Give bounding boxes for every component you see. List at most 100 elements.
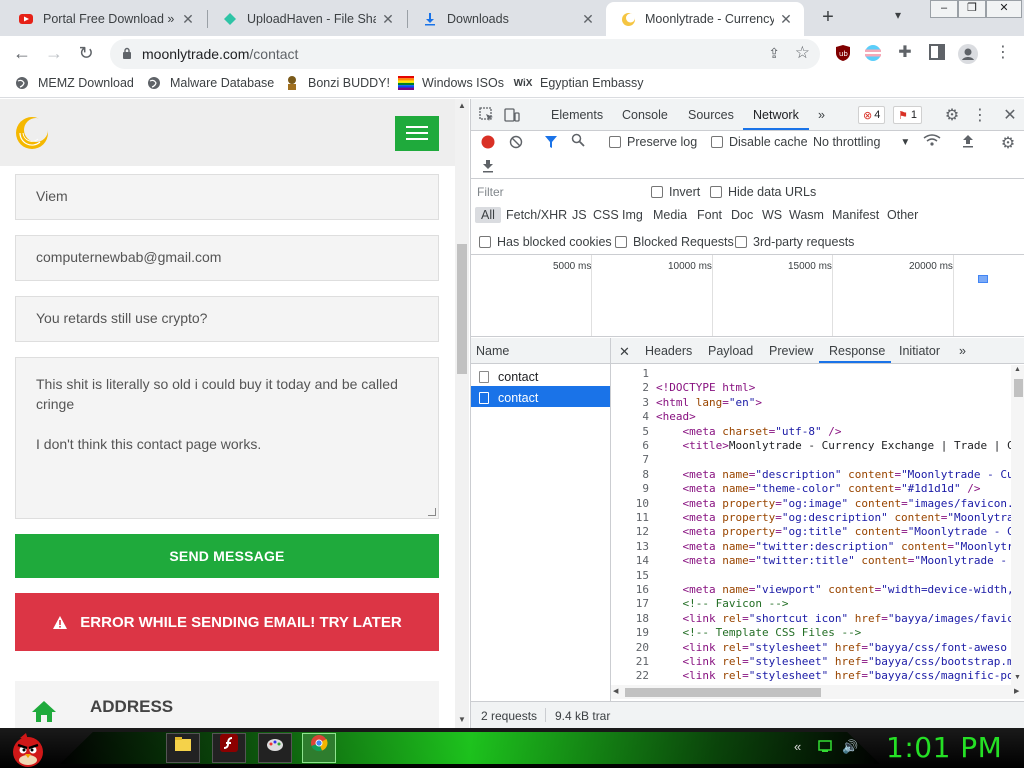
scroll-thumb[interactable] bbox=[1014, 379, 1023, 397]
bookmark-malware-db[interactable]: Malware Database bbox=[146, 75, 274, 91]
show-hidden-icons-chevron-icon[interactable]: « bbox=[794, 739, 801, 754]
type-filter-fetch-xhr[interactable]: Fetch/XHR bbox=[506, 208, 567, 222]
type-filter-ws[interactable]: WS bbox=[762, 208, 782, 222]
detail-tab-headers[interactable]: Headers bbox=[645, 344, 692, 358]
network-conditions-wifi-icon[interactable] bbox=[923, 133, 941, 150]
back-arrow-icon[interactable]: ← bbox=[10, 41, 34, 65]
close-tab-icon[interactable]: ✕ bbox=[580, 11, 596, 28]
subject-field[interactable]: You retards still use crypto? bbox=[15, 296, 439, 342]
devtools-tab-sources[interactable]: Sources bbox=[688, 108, 734, 122]
start-angry-bird-icon[interactable] bbox=[8, 730, 48, 768]
inspect-element-icon[interactable] bbox=[477, 107, 495, 125]
scroll-up-arrow-icon[interactable]: ▲ bbox=[1014, 366, 1021, 373]
more-detail-tabs-chevron-icon[interactable]: » bbox=[959, 344, 966, 358]
request-row[interactable]: contact bbox=[471, 365, 610, 386]
network-settings-gear-icon[interactable]: ⚙ bbox=[999, 133, 1017, 153]
detail-tab-response[interactable]: Response bbox=[829, 344, 885, 358]
scroll-left-arrow-icon[interactable]: ◀ bbox=[613, 687, 618, 695]
chrome-icon[interactable] bbox=[302, 733, 336, 763]
type-filter-font[interactable]: Font bbox=[697, 208, 722, 222]
bookmark-windows-isos[interactable]: Windows ISOs bbox=[398, 75, 504, 91]
response-source-viewer[interactable]: 1 2 <!DOCTYPE html> 3 <html lang="en"> 4 <head… bbox=[611, 365, 1011, 685]
close-tab-icon[interactable]: ✕ bbox=[380, 11, 396, 28]
network-overview-timeline[interactable]: 5000 ms 10000 ms 15000 ms 20000 ms bbox=[471, 255, 1024, 337]
record-icon[interactable] bbox=[479, 135, 497, 152]
detail-tab-payload[interactable]: Payload bbox=[708, 344, 753, 358]
name-column-header[interactable]: Name bbox=[471, 338, 610, 364]
scroll-right-arrow-icon[interactable]: ▶ bbox=[1014, 687, 1019, 695]
tab-portal[interactable]: Portal Free Download » S ✕ bbox=[4, 2, 206, 36]
reload-icon[interactable]: ↻ bbox=[74, 41, 98, 65]
detail-tab-preview[interactable]: Preview bbox=[769, 344, 813, 358]
third-party-requests-checkbox[interactable]: 3rd-party requests bbox=[735, 235, 854, 249]
type-filter-manifest[interactable]: Manifest bbox=[832, 208, 879, 222]
preserve-log-checkbox[interactable]: Preserve log bbox=[609, 135, 697, 149]
ublock-icon[interactable]: ub bbox=[834, 44, 852, 62]
close-tab-icon[interactable]: ✕ bbox=[778, 11, 794, 28]
response-horizontal-scrollbar[interactable]: ◀ ▶ bbox=[611, 685, 1024, 699]
forward-arrow-icon[interactable]: → bbox=[42, 41, 66, 65]
hide-data-urls-checkbox[interactable]: Hide data URLs bbox=[710, 185, 816, 199]
minimize-button[interactable]: – bbox=[930, 0, 958, 18]
maximize-button[interactable]: ❐ bbox=[958, 0, 986, 18]
type-filter-doc[interactable]: Doc bbox=[731, 208, 753, 222]
blocked-requests-checkbox[interactable]: Blocked Requests bbox=[615, 235, 734, 249]
address-bar[interactable]: moonlytrade.com/contact ⇪ ☆ bbox=[110, 39, 820, 69]
import-har-icon[interactable] bbox=[959, 134, 977, 151]
devtools-tab-elements[interactable]: Elements bbox=[551, 108, 603, 122]
scroll-thumb[interactable] bbox=[457, 244, 467, 374]
type-filter-other[interactable]: Other bbox=[887, 208, 918, 222]
name-field[interactable]: Viem bbox=[15, 174, 439, 220]
invert-checkbox[interactable]: Invert bbox=[651, 185, 700, 199]
profile-avatar-icon[interactable] bbox=[958, 44, 978, 64]
tab-uploadhaven[interactable]: UploadHaven - File Sharin ✕ bbox=[208, 2, 406, 36]
page-scrollbar[interactable]: ▲ ▼ bbox=[455, 99, 469, 728]
flash-icon[interactable] bbox=[212, 733, 246, 763]
issues-badge[interactable]: ⚑ 1 bbox=[893, 106, 922, 124]
bookmark-egyptian-embassy[interactable]: WiX Egyptian Embassy bbox=[514, 75, 644, 91]
tab-search-chevron-icon[interactable]: ▾ bbox=[895, 8, 901, 22]
search-icon[interactable] bbox=[569, 133, 587, 150]
filter-funnel-icon[interactable] bbox=[542, 135, 560, 152]
moonlytrade-logo-icon[interactable] bbox=[14, 115, 50, 151]
export-har-icon[interactable] bbox=[479, 159, 497, 176]
scroll-thumb[interactable] bbox=[625, 688, 821, 697]
type-filter-css[interactable]: CSS bbox=[593, 208, 619, 222]
paint-icon[interactable] bbox=[258, 733, 292, 763]
filter-input[interactable]: Filter bbox=[477, 183, 635, 201]
response-vertical-scrollbar[interactable]: ▲ ▼ bbox=[1011, 365, 1024, 685]
tab-moonlytrade[interactable]: Moonlytrade - Currency E ✕ bbox=[606, 2, 804, 36]
close-tab-icon[interactable]: ✕ bbox=[180, 11, 196, 28]
file-explorer-icon[interactable] bbox=[166, 733, 200, 763]
settings-gear-icon[interactable]: ⚙ bbox=[943, 105, 961, 125]
device-toolbar-icon[interactable] bbox=[503, 107, 521, 125]
devtools-tab-network[interactable]: Network bbox=[753, 108, 799, 122]
scroll-down-arrow-icon[interactable]: ▼ bbox=[1014, 674, 1021, 681]
errors-badge[interactable]: ⊗ 4 bbox=[858, 106, 886, 124]
kebab-menu-icon[interactable]: ⋮ bbox=[994, 44, 1012, 62]
detail-tab-initiator[interactable]: Initiator bbox=[899, 344, 940, 358]
request-row-selected[interactable]: contact bbox=[471, 386, 610, 407]
close-devtools-icon[interactable]: ✕ bbox=[1001, 105, 1019, 125]
more-tabs-chevron-icon[interactable]: » bbox=[818, 108, 825, 122]
type-filter-img[interactable]: Img bbox=[622, 208, 643, 222]
volume-icon[interactable]: 🔊 bbox=[842, 739, 858, 755]
trans-flag-extension-icon[interactable] bbox=[864, 44, 882, 62]
throttling-select[interactable]: No throttling ▼ bbox=[813, 135, 910, 149]
side-panel-icon[interactable] bbox=[928, 44, 946, 62]
hamburger-menu-button[interactable] bbox=[395, 116, 439, 151]
tab-downloads[interactable]: Downloads ✕ bbox=[408, 2, 606, 36]
type-filter-all[interactable]: All bbox=[475, 207, 501, 223]
disable-cache-checkbox[interactable]: Disable cache bbox=[711, 135, 808, 149]
bookmark-star-icon[interactable]: ☆ bbox=[795, 43, 810, 63]
devtools-menu-icon[interactable]: ⋮ bbox=[971, 105, 989, 125]
send-message-button[interactable]: SEND MESSAGE bbox=[15, 534, 439, 578]
message-textarea[interactable]: This shit is literally so old i could bu… bbox=[15, 357, 439, 519]
type-filter-media[interactable]: Media bbox=[653, 208, 687, 222]
devtools-tab-console[interactable]: Console bbox=[622, 108, 668, 122]
close-window-button[interactable]: ✕ bbox=[986, 0, 1022, 18]
scroll-down-arrow-icon[interactable]: ▼ bbox=[458, 715, 466, 724]
resize-handle-icon[interactable] bbox=[428, 508, 436, 516]
new-tab-button[interactable]: + bbox=[816, 6, 840, 30]
share-icon[interactable]: ⇪ bbox=[768, 45, 780, 62]
